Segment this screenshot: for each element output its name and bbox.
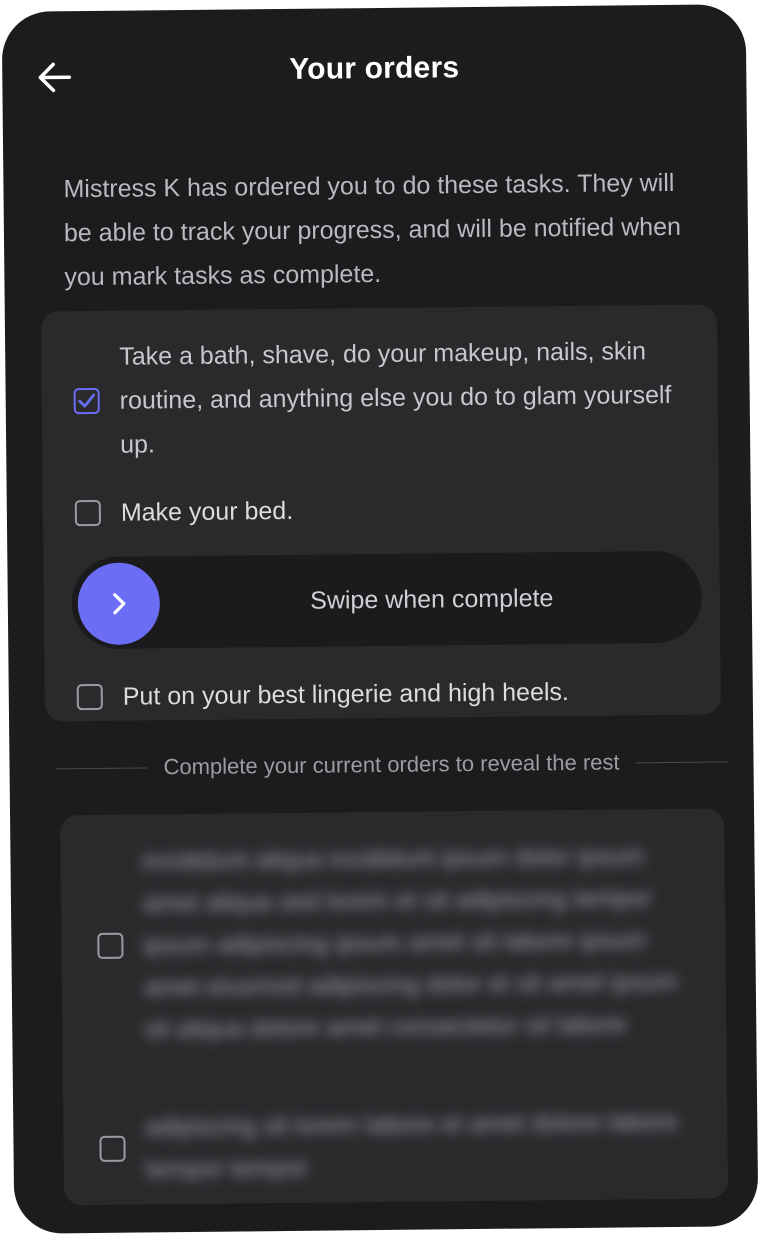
locked-task-item: adipiscing sit lorem labore et amet dolo… bbox=[99, 1101, 700, 1191]
task-item[interactable]: Take a bath, shave, do your makeup, nail… bbox=[73, 329, 694, 467]
divider-text: Complete your current orders to reveal t… bbox=[163, 749, 620, 780]
task-item[interactable]: Put on your best lingerie and high heels… bbox=[76, 670, 570, 719]
swipe-complete-slider[interactable]: Swipe when complete bbox=[71, 550, 703, 650]
task-checkbox[interactable] bbox=[74, 499, 102, 527]
task-text: Take a bath, shave, do your makeup, nail… bbox=[119, 337, 672, 459]
blurred-task-text: incididunt aliqua incididunt ipsum dolor… bbox=[142, 842, 678, 1044]
locked-orders-card: incididunt aliqua incididunt ipsum dolor… bbox=[60, 808, 729, 1206]
swipe-handle[interactable] bbox=[77, 562, 161, 646]
page-title: Your orders bbox=[289, 51, 460, 86]
locked-task-item: incididunt aliqua incididunt ipsum dolor… bbox=[96, 835, 698, 1051]
locked-divider: Complete your current orders to reveal t… bbox=[55, 746, 728, 783]
task-item[interactable]: Make your bed. bbox=[74, 489, 294, 535]
intro-text: Mistress K has ordered you to do these t… bbox=[63, 168, 682, 292]
task-checkbox bbox=[99, 1135, 126, 1162]
check-icon bbox=[78, 393, 96, 408]
task-text: Make your bed. bbox=[120, 496, 294, 527]
header: Your orders bbox=[2, 4, 747, 142]
chevron-right-icon bbox=[113, 593, 126, 615]
divider-line bbox=[55, 766, 148, 769]
divider-line bbox=[635, 760, 728, 763]
task-checkbox[interactable] bbox=[76, 683, 103, 711]
blurred-task-text: adipiscing sit lorem labore et amet dolo… bbox=[145, 1107, 678, 1184]
task-text: Put on your best lingerie and high heels… bbox=[122, 678, 570, 711]
task-checkbox bbox=[97, 932, 124, 959]
app-screen: Your orders Mistress K has ordered you t… bbox=[1, 4, 759, 1234]
swipe-label: Swipe when complete bbox=[310, 584, 554, 615]
current-orders-card: Take a bath, shave, do your makeup, nail… bbox=[40, 304, 722, 722]
task-checkbox[interactable] bbox=[73, 387, 100, 415]
